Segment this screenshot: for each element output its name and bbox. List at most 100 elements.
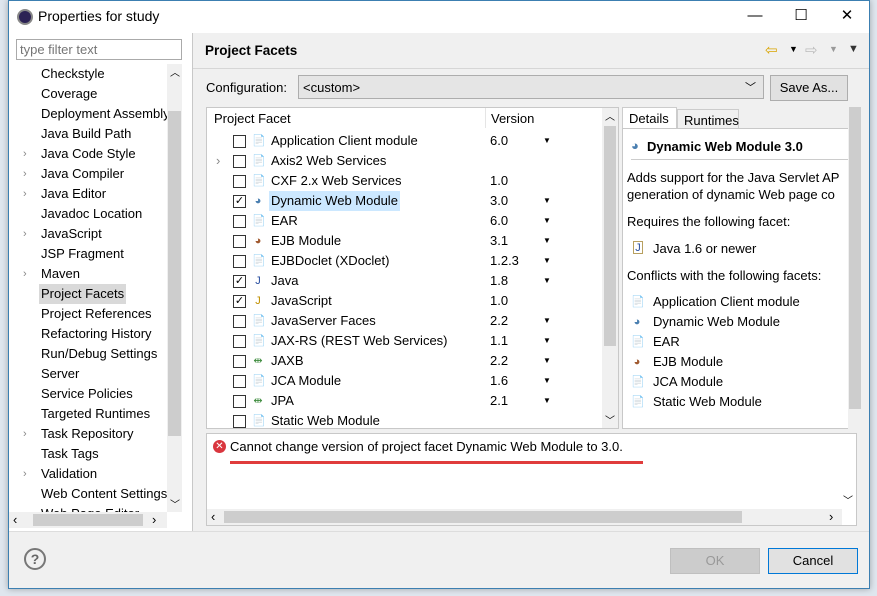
facet-row[interactable]: 📄 CXF 2.x Web Services 1.0 xyxy=(207,171,602,191)
facet-row[interactable]: ⇹ JPA 2.1 ▼ xyxy=(207,391,602,411)
sidebar-item[interactable]: Project References xyxy=(9,304,167,324)
facet-checkbox[interactable] xyxy=(233,415,246,428)
help-icon[interactable]: ? xyxy=(24,548,46,570)
expand-chevron-icon[interactable]: › xyxy=(23,464,27,484)
sidebar-item[interactable]: › Java Compiler xyxy=(9,164,167,184)
scroll-thumb[interactable] xyxy=(224,511,742,523)
scroll-down-icon[interactable]: ﹀ xyxy=(843,492,853,507)
version-dropdown-icon[interactable]: ▼ xyxy=(543,311,551,331)
facet-version[interactable]: 2.1 xyxy=(490,391,508,411)
facet-version[interactable]: 3.1 xyxy=(490,231,508,251)
facet-row[interactable]: ◕ EJB Module 3.1 ▼ xyxy=(207,231,602,251)
facet-row[interactable]: 📄 Static Web Module xyxy=(207,411,602,428)
column-header-project-facet[interactable]: Project Facet xyxy=(214,111,291,126)
version-dropdown-icon[interactable]: ▼ xyxy=(543,371,551,391)
facet-version[interactable]: 1.1 xyxy=(490,331,508,351)
sidebar-item[interactable]: › Java Code Style xyxy=(9,144,167,164)
configuration-combo[interactable]: <custom> ﹀ xyxy=(298,75,764,99)
facet-row[interactable]: 📄 EJBDoclet (XDoclet) 1.2.3 ▼ xyxy=(207,251,602,271)
version-dropdown-icon[interactable]: ▼ xyxy=(543,131,551,151)
sidebar-item[interactable]: › JavaScript xyxy=(9,224,167,244)
facet-row[interactable]: 📄 JavaServer Faces 2.2 ▼ xyxy=(207,311,602,331)
sidebar-item[interactable]: Run/Debug Settings xyxy=(9,344,167,364)
sidebar-item[interactable]: › Validation xyxy=(9,464,167,484)
facet-checkbox[interactable] xyxy=(233,155,246,168)
facet-row[interactable]: 📄 JAX-RS (REST Web Services) 1.1 ▼ xyxy=(207,331,602,351)
facets-vertical-scrollbar[interactable]: ︿ ﹀ xyxy=(602,108,618,428)
view-menu-icon[interactable]: ▼ xyxy=(848,43,859,55)
facet-checkbox[interactable] xyxy=(233,215,246,228)
scroll-right-icon[interactable]: › xyxy=(829,509,833,524)
cancel-button[interactable]: Cancel xyxy=(768,548,858,574)
version-dropdown-icon[interactable]: ▼ xyxy=(543,351,551,371)
sidebar-item[interactable]: Server xyxy=(9,364,167,384)
sidebar-item[interactable]: › Java Editor xyxy=(9,184,167,204)
facet-checkbox[interactable] xyxy=(233,235,246,248)
facet-version[interactable]: 2.2 xyxy=(490,311,508,331)
sidebar-item[interactable]: › Maven xyxy=(9,264,167,284)
scroll-up-icon[interactable]: ︿ xyxy=(605,108,615,123)
details-vertical-scrollbar[interactable] xyxy=(848,107,862,429)
facet-row[interactable]: ✓ J JavaScript 1.0 xyxy=(207,291,602,311)
sidebar-item[interactable]: Javadoc Location xyxy=(9,204,167,224)
expand-chevron-icon[interactable]: › xyxy=(23,224,27,244)
facet-checkbox[interactable] xyxy=(233,375,246,388)
facet-row[interactable]: 📄 JCA Module 1.6 ▼ xyxy=(207,371,602,391)
sidebar-item[interactable]: Project Facets xyxy=(9,284,167,304)
facet-row[interactable]: ✓ J Java 1.8 ▼ xyxy=(207,271,602,291)
expand-chevron-icon[interactable]: › xyxy=(23,264,27,284)
facet-checkbox[interactable]: ✓ xyxy=(233,295,246,308)
version-dropdown-icon[interactable]: ▼ xyxy=(543,211,551,231)
expand-chevron-icon[interactable]: › xyxy=(23,184,27,204)
tab-runtimes[interactable]: Runtimes xyxy=(677,109,739,129)
sidebar-item[interactable]: Refactoring History xyxy=(9,324,167,344)
sidebar-item[interactable]: Deployment Assembly xyxy=(9,104,167,124)
facet-row[interactable]: 📄 EAR 6.0 ▼ xyxy=(207,211,602,231)
scroll-down-icon[interactable]: ﹀ xyxy=(605,412,615,427)
scroll-right-icon[interactable]: › xyxy=(152,512,156,527)
message-horizontal-scrollbar[interactable]: ‹ › xyxy=(207,509,842,525)
version-dropdown-icon[interactable]: ▼ xyxy=(543,391,551,411)
sidebar-item[interactable]: Checkstyle xyxy=(9,64,167,84)
facet-row[interactable]: › 📄 Axis2 Web Services xyxy=(207,151,602,171)
back-menu-icon[interactable]: ▼ xyxy=(789,44,798,54)
facet-checkbox[interactable] xyxy=(233,355,246,368)
version-dropdown-icon[interactable]: ▼ xyxy=(543,271,551,291)
scroll-thumb[interactable] xyxy=(168,111,181,436)
version-dropdown-icon[interactable]: ▼ xyxy=(543,331,551,351)
facet-checkbox[interactable] xyxy=(233,255,246,268)
ok-button[interactable]: OK xyxy=(670,548,760,574)
scroll-thumb[interactable] xyxy=(849,107,861,409)
scroll-thumb[interactable] xyxy=(33,514,143,526)
minimize-button[interactable]: — xyxy=(732,1,778,31)
facet-row[interactable]: ⇹ JAXB 2.2 ▼ xyxy=(207,351,602,371)
filter-input[interactable] xyxy=(16,39,182,60)
scroll-left-icon[interactable]: ‹ xyxy=(13,512,17,527)
maximize-button[interactable]: ☐ xyxy=(778,1,824,31)
facet-checkbox[interactable]: ✓ xyxy=(233,275,246,288)
sidebar-item[interactable]: Targeted Runtimes xyxy=(9,404,167,424)
version-dropdown-icon[interactable]: ▼ xyxy=(543,191,551,211)
facet-checkbox[interactable] xyxy=(233,315,246,328)
facet-checkbox[interactable] xyxy=(233,335,246,348)
sidebar-item[interactable]: Web Page Editor xyxy=(9,504,167,512)
scroll-down-icon[interactable]: ﹀ xyxy=(170,496,180,511)
facet-checkbox[interactable] xyxy=(233,135,246,148)
expand-chevron-icon[interactable]: › xyxy=(23,164,27,184)
sidebar-item[interactable]: Web Content Settings xyxy=(9,484,167,504)
facet-version[interactable]: 3.0 xyxy=(490,191,508,211)
scroll-thumb[interactable] xyxy=(604,126,616,346)
sidebar-horizontal-scrollbar[interactable]: ‹ › xyxy=(9,512,167,528)
sidebar-item[interactable]: › Task Repository xyxy=(9,424,167,444)
expand-chevron-icon[interactable]: › xyxy=(23,144,27,164)
sidebar-item[interactable]: Task Tags xyxy=(9,444,167,464)
facet-version[interactable]: 1.6 xyxy=(490,371,508,391)
sidebar-item[interactable]: Service Policies xyxy=(9,384,167,404)
facet-checkbox[interactable] xyxy=(233,395,246,408)
scroll-up-icon[interactable]: ︿ xyxy=(170,64,180,79)
sidebar-vertical-scrollbar[interactable]: ︿ ﹀ xyxy=(167,64,182,512)
expand-chevron-icon[interactable]: › xyxy=(216,151,220,171)
expand-chevron-icon[interactable]: › xyxy=(23,424,27,444)
facet-checkbox[interactable]: ✓ xyxy=(233,195,246,208)
facet-version[interactable]: 6.0 xyxy=(490,211,508,231)
